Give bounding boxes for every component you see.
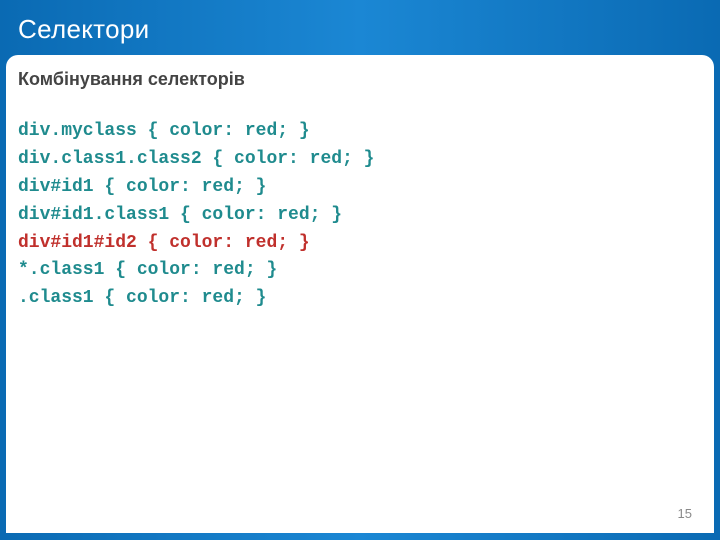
code-line: div.myclass { color: red; } bbox=[18, 118, 702, 146]
code-line: div#id1#id2 { color: red; } bbox=[18, 230, 702, 258]
slide-title: Селектори bbox=[0, 0, 720, 55]
code-line: div#id1.class1 { color: red; } bbox=[18, 202, 702, 230]
code-line: *.class1 { color: red; } bbox=[18, 257, 702, 285]
page-number: 15 bbox=[678, 506, 692, 521]
code-line: .class1 { color: red; } bbox=[18, 285, 702, 313]
slide: Селектори Комбінування селекторів div.my… bbox=[0, 0, 720, 540]
content-panel: Комбінування селекторів div.myclass { co… bbox=[6, 55, 714, 533]
code-block: div.myclass { color: red; }div.class1.cl… bbox=[18, 118, 702, 313]
subheading: Комбінування селекторів bbox=[18, 69, 702, 90]
code-line: div#id1 { color: red; } bbox=[18, 174, 702, 202]
code-line: div.class1.class2 { color: red; } bbox=[18, 146, 702, 174]
